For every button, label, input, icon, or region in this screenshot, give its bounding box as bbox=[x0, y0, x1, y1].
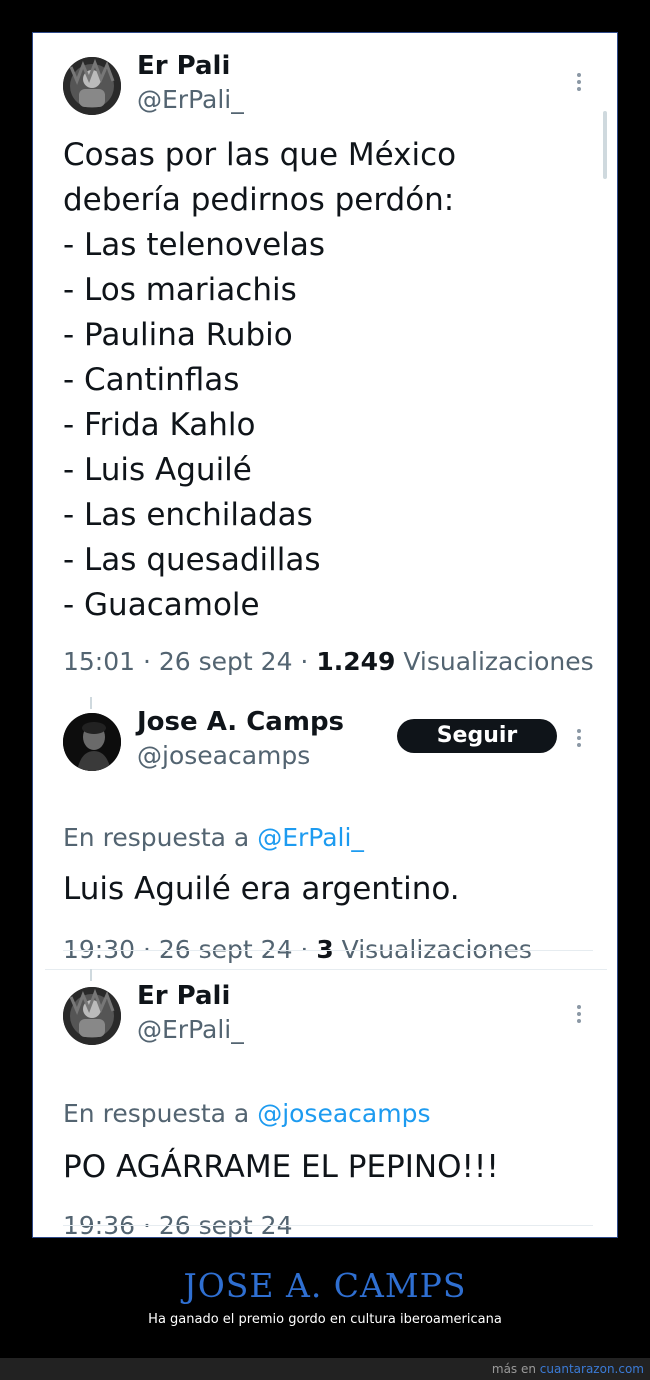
tweet-line: - Guacamole bbox=[63, 587, 260, 623]
author-name[interactable]: Er Pali bbox=[137, 51, 230, 81]
avatar-erpali[interactable] bbox=[63, 57, 121, 115]
tweet-1[interactable]: Er Pali @ErPali_ Cosas por las que Méxic… bbox=[35, 35, 615, 695]
author-handle[interactable]: @joseacamps bbox=[137, 741, 310, 770]
reply-prefix: En respuesta a bbox=[63, 823, 258, 852]
tweet-line: - Las enchiladas bbox=[63, 497, 313, 533]
tweet-text: Cosas por las que México debería pedirno… bbox=[63, 133, 456, 628]
more-options-icon[interactable] bbox=[577, 729, 583, 750]
reply-context: En respuesta a @joseacamps bbox=[63, 1099, 430, 1128]
scrollbar[interactable] bbox=[603, 111, 607, 179]
tweet-text: PO AGÁRRAME EL PEPINO!!! bbox=[63, 1149, 499, 1185]
timestamp[interactable]: 15:01 · 26 sept 24 · bbox=[63, 647, 316, 676]
caption-subtitle: Ha ganado el premio gordo en cultura ibe… bbox=[148, 1312, 502, 1327]
tweet-line: - Los mariachis bbox=[63, 272, 297, 308]
divider bbox=[63, 1225, 593, 1226]
caption-title: JOSE A. CAMPS bbox=[183, 1266, 467, 1305]
reply-handle-link[interactable]: @ErPali_ bbox=[257, 823, 364, 852]
author-handle[interactable]: @ErPali_ bbox=[137, 1015, 244, 1044]
reply-prefix: En respuesta a bbox=[63, 1099, 258, 1128]
footer-text: más en cuantarazon.com bbox=[492, 1362, 644, 1376]
tweet-2[interactable]: Jose A. Camps @joseacamps Seguir En resp… bbox=[35, 703, 615, 965]
reply-context: En respuesta a @ErPali_ bbox=[63, 823, 364, 852]
author-handle[interactable]: @ErPali_ bbox=[137, 85, 244, 114]
tweet-line: - Frida Kahlo bbox=[63, 407, 256, 443]
author-name[interactable]: Jose A. Camps bbox=[137, 707, 344, 737]
tweet-line: debería pedirnos perdón: bbox=[63, 182, 455, 218]
follow-button[interactable]: Seguir bbox=[397, 719, 557, 753]
avatar-joseacamps[interactable] bbox=[63, 713, 121, 771]
author-name[interactable]: Er Pali bbox=[137, 981, 230, 1011]
divider bbox=[45, 969, 607, 970]
tweet-line: - Luis Aguilé bbox=[63, 452, 252, 488]
tweet-text: Luis Aguilé era argentino. bbox=[63, 871, 460, 907]
reply-handle-link[interactable]: @joseacamps bbox=[257, 1099, 430, 1128]
avatar-erpali[interactable] bbox=[63, 987, 121, 1045]
tweet-3[interactable]: Er Pali @ErPali_ En respuesta a @joseaca… bbox=[35, 975, 615, 1237]
divider bbox=[63, 950, 593, 951]
screenshot-frame: Er Pali @ErPali_ Cosas por las que Méxic… bbox=[32, 32, 618, 1238]
footer-prefix: más en bbox=[491, 1362, 540, 1376]
tweet-line: - Las telenovelas bbox=[63, 227, 326, 263]
tweet-line: - Cantinflas bbox=[63, 362, 240, 398]
views-count: 1.249 bbox=[316, 647, 396, 676]
more-options-icon[interactable] bbox=[577, 1005, 583, 1026]
tweet-thread: Er Pali @ErPali_ Cosas por las que Méxic… bbox=[35, 35, 615, 1237]
tweet-line: - Paulina Rubio bbox=[63, 317, 293, 353]
tweet-line: - Las quesadillas bbox=[63, 542, 321, 578]
footer-bar: más en cuantarazon.com bbox=[0, 1358, 650, 1380]
more-options-icon[interactable] bbox=[577, 73, 583, 94]
views-label: Visualizaciones bbox=[395, 647, 594, 676]
site-link[interactable]: cuantarazon.com bbox=[540, 1362, 644, 1376]
tweet-line: Cosas por las que México bbox=[63, 137, 457, 173]
tweet-meta: 15:01 · 26 sept 24 · 1.249 Visualizacion… bbox=[63, 647, 594, 676]
